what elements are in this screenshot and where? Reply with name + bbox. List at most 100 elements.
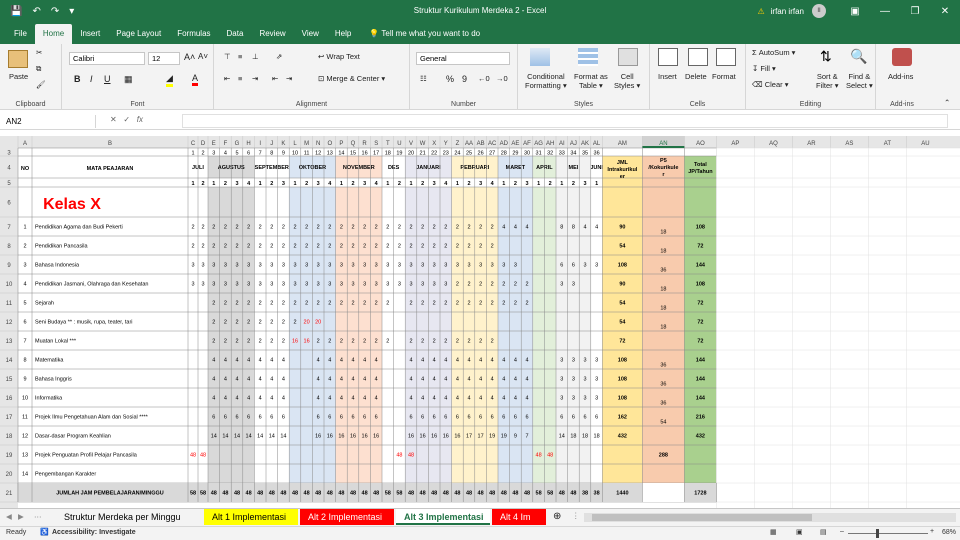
cell-styles-icon[interactable] [618, 48, 638, 66]
increase-font-icon[interactable]: A˄ [184, 52, 195, 62]
sheet-canvas[interactable]: A B C D E F G H I J K L M N O P Q R S T U V W X Y Z AA AB AC AD AE AF AG… [0, 136, 960, 508]
sheet-tab-4[interactable]: Alt 3 Implementasi [396, 509, 490, 525]
zoom-thumb[interactable] [876, 529, 879, 538]
menu-tab-view[interactable]: View [294, 24, 327, 44]
menu-tab-help[interactable]: Help [327, 24, 359, 44]
redo-icon[interactable]: ↷ [51, 6, 59, 17]
middle-align-icon[interactable]: ≡ [238, 52, 242, 61]
autosum-button[interactable]: Σ AutoSum ▾ [752, 48, 795, 57]
addins-icon[interactable] [892, 48, 912, 66]
font-color-icon[interactable]: A [192, 73, 199, 86]
close-icon[interactable]: ✕ [930, 6, 960, 17]
page-layout-icon[interactable]: ▣ [796, 528, 803, 536]
p5-value: 18 [660, 325, 666, 331]
font-size-select[interactable]: 12 [148, 52, 180, 65]
decrease-font-icon[interactable]: A˅ [198, 52, 208, 61]
cell-styles-button[interactable]: Cell Styles ▾ [614, 72, 640, 90]
delete-cells-icon[interactable] [688, 48, 708, 66]
top-align-icon[interactable]: ⊤ [224, 52, 231, 61]
conditional-formatting-icon[interactable] [530, 48, 550, 66]
collapse-ribbon-icon[interactable]: ⌃ [944, 98, 950, 107]
italic-icon[interactable]: I [90, 74, 93, 84]
copy-icon[interactable]: ⧉ [36, 64, 41, 74]
paste-icon[interactable] [8, 50, 28, 68]
ribbon-display-icon[interactable]: ▣ [840, 6, 870, 17]
zoom-slider[interactable] [848, 529, 928, 538]
name-box[interactable]: AN2 [2, 115, 96, 128]
align-right-icon[interactable]: ⇥ [252, 74, 258, 83]
zoom-level[interactable]: 68% [942, 529, 956, 536]
menu-tab-file[interactable]: File [6, 24, 35, 44]
customize-qat-icon[interactable]: ▾ [69, 6, 74, 17]
sheet-tab-2[interactable]: Alt 1 Implementasi [204, 509, 298, 525]
format-as-table-button[interactable]: Format as Table ▾ [574, 72, 608, 90]
number-format-select[interactable]: General [416, 52, 510, 65]
add-sheet-icon[interactable]: ⊕ [553, 511, 561, 522]
menu-tab-insert[interactable]: Insert [72, 24, 108, 44]
menu-tab-formulas[interactable]: Formulas [169, 24, 218, 44]
font-name-select[interactable]: Calibri [69, 52, 145, 65]
prev-sheet-icon[interactable]: ◀ [6, 512, 12, 521]
sort-filter-button[interactable]: Sort & Filter ▾ [816, 72, 839, 90]
horizontal-scrollbar[interactable] [584, 513, 956, 522]
format-cells-button[interactable]: Format [712, 72, 736, 81]
restore-icon[interactable]: ❐ [900, 6, 930, 17]
accessibility-status[interactable]: Accessibility: Investigate [52, 529, 136, 536]
merge-center-button[interactable]: ⊡ Merge & Center ▾ [318, 74, 385, 83]
format-cells-icon[interactable] [716, 48, 736, 66]
save-icon[interactable]: 💾 [10, 6, 22, 17]
conditional-formatting-button[interactable]: Conditional Formatting ▾ [525, 72, 567, 90]
find-select-icon[interactable]: 🔍 [850, 48, 870, 66]
decrease-indent-icon[interactable]: ⇤ [272, 74, 278, 83]
scroll-thumb[interactable] [592, 514, 812, 521]
align-left-icon[interactable]: ⇤ [224, 74, 230, 83]
tab-options-icon[interactable]: ⋮ [572, 511, 580, 520]
clear-button[interactable]: ⌫ Clear ▾ [752, 80, 789, 89]
zoom-out-icon[interactable]: – [840, 528, 844, 535]
orientation-icon[interactable]: ⇗ [276, 52, 282, 61]
comma-icon[interactable]: 9 [462, 74, 467, 84]
format-painter-icon[interactable]: 🖌 [36, 80, 46, 89]
avatar[interactable]: II [812, 4, 826, 18]
menu-tab-data[interactable]: Data [219, 24, 252, 44]
menu-tab-home[interactable]: Home [34, 24, 73, 44]
cut-icon[interactable]: ✂ [36, 48, 42, 57]
menu-tab-review[interactable]: Review [251, 24, 293, 44]
bold-icon[interactable]: B [74, 74, 81, 84]
minimize-icon[interactable]: — [870, 6, 900, 17]
sheet-tab-1[interactable]: Struktur Merdeka per Minggu [56, 509, 202, 525]
sheet-tab-3[interactable]: Alt 2 Implementasi [300, 509, 394, 525]
borders-icon[interactable]: ▦ [124, 74, 133, 85]
sheet-tab-5[interactable]: Alt 4 Im [492, 509, 546, 525]
page-break-icon[interactable]: ▤ [820, 528, 827, 536]
percent-icon[interactable]: % [446, 74, 454, 84]
more-sheets-icon[interactable]: ⋯ [34, 512, 42, 521]
addins-button[interactable]: Add-ins [888, 72, 913, 81]
next-sheet-icon[interactable]: ▶ [18, 512, 24, 521]
paste-button[interactable]: Paste [9, 72, 28, 81]
align-center-icon[interactable]: ≡ [238, 74, 242, 83]
user-name[interactable]: irfan irfan [771, 7, 804, 16]
normal-view-icon[interactable]: ▦ [770, 528, 777, 536]
format-as-table-icon[interactable] [578, 48, 598, 66]
wrap-text-button[interactable]: ↩ Wrap Text [318, 52, 360, 61]
sort-filter-icon[interactable]: ⇅ [820, 48, 840, 66]
menu-tab-page-layout[interactable]: Page Layout [108, 24, 169, 44]
formula-input[interactable] [182, 114, 948, 128]
insert-cells-icon[interactable] [658, 48, 678, 66]
undo-icon[interactable]: ↶ [32, 6, 40, 17]
increase-decimal-icon[interactable]: ←0 [478, 74, 490, 83]
fill-button[interactable]: ↧ Fill ▾ [752, 64, 776, 73]
decrease-decimal-icon[interactable]: →0 [496, 74, 508, 83]
insert-cells-button[interactable]: Insert [658, 72, 677, 81]
increase-indent-icon[interactable]: ⇥ [286, 74, 292, 83]
fill-color-icon[interactable]: ◢ [166, 73, 173, 87]
accounting-icon[interactable]: ☷ [420, 74, 427, 83]
worksheet-grid[interactable]: A B C D E F G H I J K L M N O P Q R S T U V W X Y Z AA AB AC AD AE AF AG… [0, 136, 960, 508]
zoom-in-icon[interactable]: + [930, 528, 934, 535]
underline-icon[interactable]: U [104, 74, 111, 84]
delete-cells-button[interactable]: Delete [685, 72, 707, 81]
tell-me-search[interactable]: 💡 Tell me what you want to do [359, 24, 480, 44]
bottom-align-icon[interactable]: ⊥ [252, 52, 259, 61]
find-select-button[interactable]: Find & Select ▾ [846, 72, 873, 90]
